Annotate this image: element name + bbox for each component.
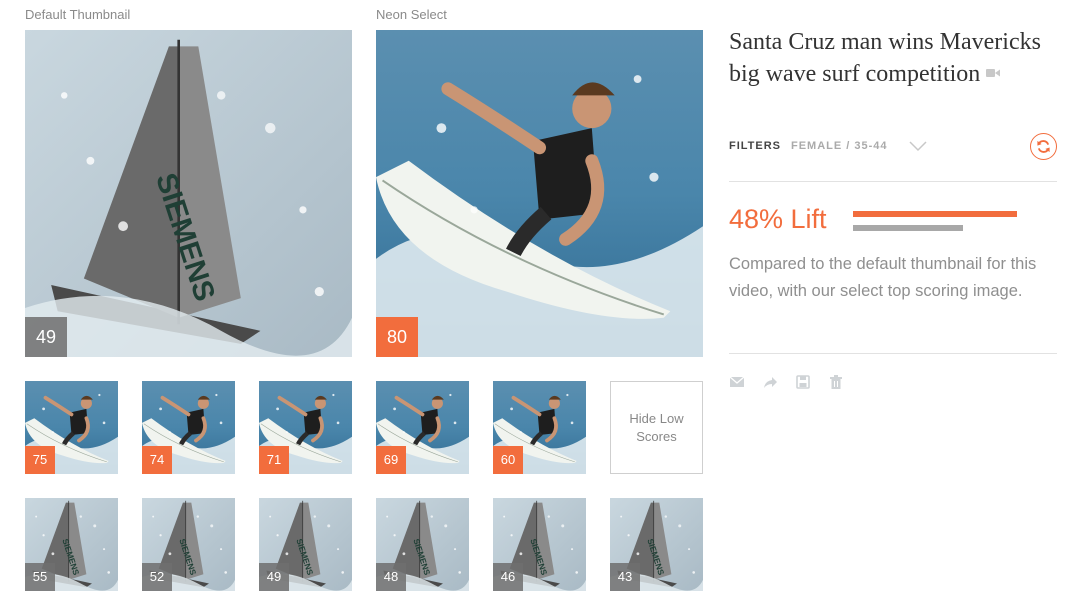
- thumbnail-score-badge: 46: [493, 563, 523, 591]
- lift-value: 48% Lift: [729, 204, 827, 234]
- share-icon[interactable]: [762, 374, 778, 390]
- sailboat-thumbnail[interactable]: 55: [25, 498, 118, 591]
- refresh-button[interactable]: [1030, 133, 1057, 160]
- filters-value[interactable]: FEMALE / 35-44: [791, 140, 888, 152]
- action-bar: [729, 374, 844, 390]
- hide-low-scores-button[interactable]: Hide Low Scores: [610, 381, 703, 474]
- chevron-down-icon[interactable]: [908, 140, 928, 152]
- email-icon[interactable]: [729, 374, 745, 390]
- refresh-icon: [1037, 140, 1050, 153]
- thumbnail-score-badge: 48: [376, 563, 406, 591]
- default-thumbnail-label: Default Thumbnail: [25, 7, 131, 22]
- sailboat-thumbnail[interactable]: 43: [610, 498, 703, 591]
- surfer-thumbnail[interactable]: 60: [493, 381, 586, 474]
- sailboat-image: [25, 30, 352, 357]
- default-score-badge: 49: [25, 317, 67, 357]
- surfer-thumbnail[interactable]: 74: [142, 381, 235, 474]
- video-title: Santa Cruz man wins Mavericks big wave s…: [729, 26, 1059, 90]
- neon-select-label: Neon Select: [376, 7, 447, 22]
- sailboat-thumbnail[interactable]: 49: [259, 498, 352, 591]
- thumbnail-score-badge: 55: [25, 563, 55, 591]
- neon-select-image[interactable]: 80: [376, 30, 703, 357]
- surfer-image: [376, 30, 703, 357]
- thumbnail-score-badge: 75: [25, 446, 55, 474]
- sailboat-thumbnail[interactable]: 46: [493, 498, 586, 591]
- thumbnail-score-badge: 43: [610, 563, 640, 591]
- default-thumbnail-image[interactable]: 49: [25, 30, 352, 357]
- filters-label: FILTERS: [729, 140, 782, 152]
- thumbnail-score-badge: 52: [142, 563, 172, 591]
- neon-score-badge: 80: [376, 317, 418, 357]
- thumbnail-score-badge: 69: [376, 446, 406, 474]
- thumbnail-score-badge: 49: [259, 563, 289, 591]
- video-camera-icon: [986, 69, 1001, 78]
- surfer-thumbnail[interactable]: 71: [259, 381, 352, 474]
- sailboat-thumbnail[interactable]: 48: [376, 498, 469, 591]
- neon-score-bar: [853, 211, 1017, 217]
- divider: [729, 353, 1057, 354]
- save-icon[interactable]: [795, 374, 811, 390]
- comparison-description: Compared to the default thumbnail for th…: [729, 255, 1037, 300]
- thumbnail-score-badge: 71: [259, 446, 289, 474]
- sailboat-thumbnail[interactable]: 52: [142, 498, 235, 591]
- surfer-thumbnail[interactable]: 75: [25, 381, 118, 474]
- surfer-thumbnail[interactable]: 69: [376, 381, 469, 474]
- thumbnail-score-badge: 60: [493, 446, 523, 474]
- trash-icon[interactable]: [828, 374, 844, 390]
- thumbnail-score-badge: 74: [142, 446, 172, 474]
- divider: [729, 181, 1057, 182]
- default-score-bar: [853, 225, 963, 231]
